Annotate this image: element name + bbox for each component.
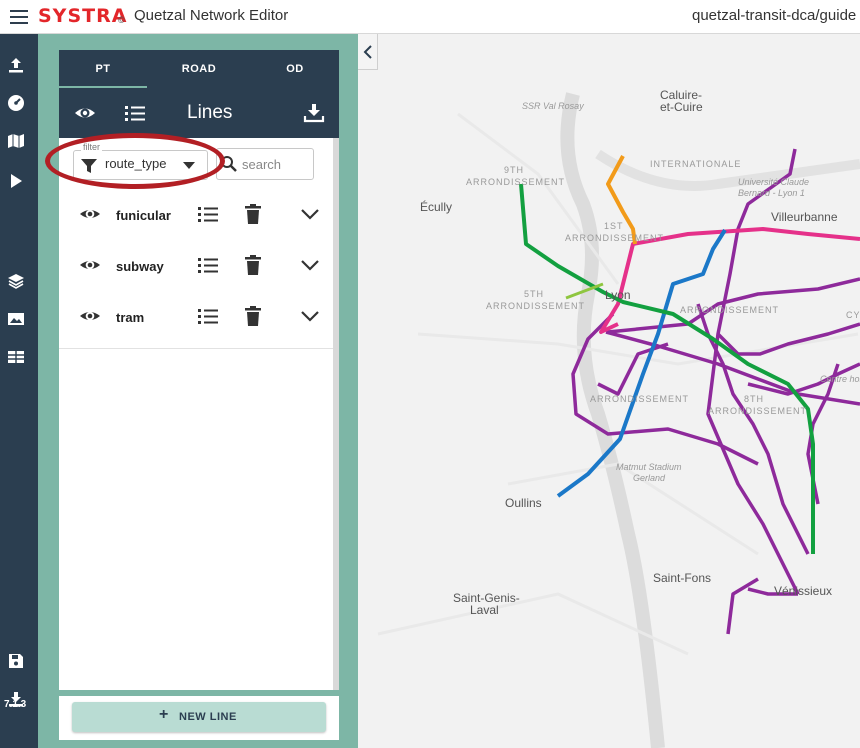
map-label: 1ST (604, 221, 624, 231)
app-title: Quetzal Network Editor (134, 7, 289, 24)
visibility-toggle-icon[interactable] (74, 102, 96, 124)
top-bar: SYSTRA © Quetzal Network Editor quetzal-… (0, 0, 860, 34)
map-label: Lyon (605, 288, 631, 302)
map-label: Centre hos (820, 374, 860, 384)
export-download-icon[interactable] (303, 102, 325, 124)
new-line-label: NEW LINE (179, 711, 237, 723)
map-label: INTERNATIONALE (650, 159, 742, 169)
map-label: 8TH (744, 394, 765, 404)
map-label: et-Cuire (660, 100, 703, 114)
filter-icon (81, 159, 97, 173)
save-icon[interactable] (7, 652, 25, 670)
left-icon-rail: 7.1.3 (0, 34, 38, 748)
collapse-panel-toggle[interactable] (358, 34, 378, 70)
map-label: Villeurbanne (771, 210, 838, 224)
list-details-icon[interactable] (197, 305, 219, 327)
map-label: Vénissieux (774, 584, 833, 598)
delete-trash-icon[interactable] (242, 254, 264, 276)
dashboard-icon[interactable] (7, 94, 25, 112)
brand-mark: © (118, 15, 125, 25)
chevron-down-icon[interactable] (299, 305, 321, 327)
app-version: 7.1.3 (4, 699, 27, 710)
map-label: ARRONDISSEMENT (486, 301, 586, 311)
map-label: CY (846, 310, 860, 320)
map-label: ARRONDISSEMENT (708, 406, 808, 416)
map-label: ARRONDISSEMENT (680, 305, 780, 315)
map-label: ARRONDISSEMENT (565, 233, 665, 243)
visibility-eye-icon[interactable] (79, 305, 101, 327)
hamburger-menu-icon[interactable] (10, 7, 28, 27)
list-details-icon[interactable] (197, 254, 219, 276)
map-icon[interactable] (7, 132, 25, 150)
upload-icon[interactable] (7, 56, 25, 74)
chevron-down-icon[interactable] (299, 203, 321, 225)
plus-icon: + (159, 706, 169, 723)
tab-pt[interactable]: PT (59, 58, 147, 88)
line-group-row[interactable]: subway (59, 241, 333, 289)
table-icon[interactable] (7, 348, 25, 366)
panel-header: PT ROAD OD Lines (59, 50, 339, 138)
delete-trash-icon[interactable] (242, 305, 264, 327)
tab-od[interactable]: OD (251, 58, 339, 88)
search-placeholder: search (242, 157, 282, 172)
map-label: Gerland (633, 473, 666, 483)
chevron-down-icon[interactable] (299, 254, 321, 276)
map-view[interactable]: Caluire- et-Cuire SSR Val Rosay Écully V… (358, 34, 860, 748)
panel-title: Lines (187, 102, 233, 123)
delete-trash-icon[interactable] (242, 203, 264, 225)
map-label: Saint-Fons (653, 571, 712, 585)
map-label: Oullins (505, 496, 542, 510)
map-label: 5TH (524, 289, 545, 299)
map-label: SSR Val Rosay (522, 101, 584, 111)
panel-scrollbar[interactable] (333, 138, 339, 690)
play-icon[interactable] (7, 172, 25, 190)
list-view-icon[interactable] (124, 102, 146, 124)
list-details-icon[interactable] (197, 203, 219, 225)
line-group-row[interactable]: funicular (59, 190, 333, 238)
project-name: quetzal-transit-dca/guide (692, 7, 857, 24)
tab-road[interactable]: ROAD (155, 58, 243, 88)
map-label: Matmut Stadium (616, 462, 682, 472)
filter-legend: filter (81, 142, 103, 152)
line-group-label: subway (116, 259, 164, 274)
map-label: ARRONDISSEMENT (590, 394, 690, 404)
layers-icon[interactable] (7, 272, 25, 290)
dropdown-arrow-icon (183, 162, 195, 169)
visibility-eye-icon[interactable] (79, 254, 101, 276)
line-group-label: tram (116, 310, 145, 325)
chevron-left-icon (363, 45, 372, 59)
map-label: Laval (470, 603, 499, 617)
map-label: Écully (420, 200, 453, 214)
line-group-label: funicular (116, 208, 171, 223)
map-canvas[interactable] (358, 34, 860, 748)
map-label: Bernard - Lyon 1 (738, 188, 805, 198)
image-icon[interactable] (7, 310, 25, 328)
map-label: Université Claude (738, 177, 810, 187)
map-label: 9TH (504, 165, 525, 175)
visibility-eye-icon[interactable] (79, 203, 101, 225)
line-group-row[interactable]: tram (59, 292, 333, 340)
brand-logo: SYSTRA (38, 5, 128, 27)
map-label: ARRONDISSEMENT (466, 177, 566, 187)
search-icon (221, 156, 237, 172)
filter-value: route_type (105, 156, 167, 171)
list-divider (59, 348, 333, 349)
